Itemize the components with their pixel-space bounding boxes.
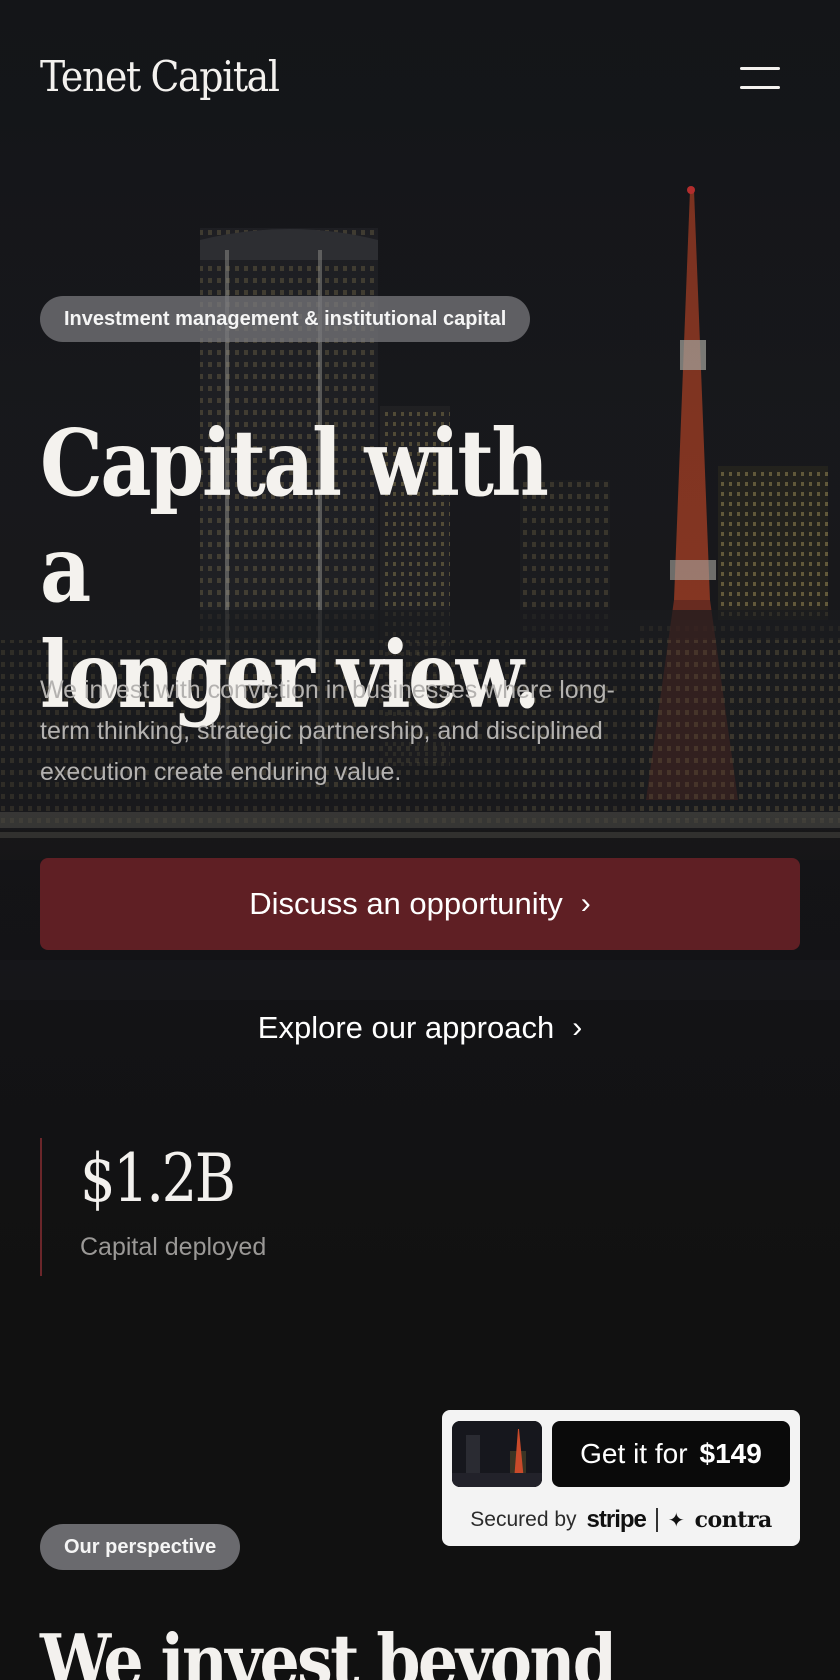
contra-logo: contra <box>694 1507 773 1533</box>
perspective-badge: Our perspective <box>40 1524 241 1570</box>
hamburger-menu-icon[interactable] <box>740 64 780 92</box>
stat-label: Capital deployed <box>80 1233 267 1261</box>
template-thumbnail[interactable] <box>452 1421 542 1487</box>
stripe-logo: stripe <box>586 1506 647 1533</box>
explore-approach-link[interactable]: Explore our approach › <box>40 1000 800 1056</box>
price-label: $149 <box>699 1438 762 1469</box>
purchase-widget: Get it for $149 Secured by stripe ✦ cont… <box>442 1410 800 1546</box>
divider <box>655 1508 658 1532</box>
headline-line-1: Capital with a <box>40 409 549 623</box>
explore-approach-label: Explore our approach <box>257 1010 555 1045</box>
stat-capital-deployed: $1.2B Capital deployed <box>40 1138 266 1276</box>
hero-subcopy: We invest with conviction in businesses … <box>40 676 615 786</box>
get-it-label: Get it for <box>580 1438 688 1469</box>
get-it-button[interactable]: Get it for $149 <box>552 1421 790 1487</box>
contra-star-icon: ✦ <box>667 1509 685 1532</box>
brand-logo[interactable]: Tenet Capital <box>40 52 280 101</box>
secured-by-label: Secured by <box>470 1508 577 1531</box>
chevron-right-icon: › <box>580 887 591 920</box>
discuss-opportunity-label: Discuss an opportunity <box>249 886 563 921</box>
perspective-title: We invest beyond <box>40 1618 617 1680</box>
secured-by-row: Secured by stripe ✦ contra <box>442 1506 800 1534</box>
menu-line <box>740 86 780 89</box>
top-navigation: Tenet Capital <box>40 50 800 110</box>
menu-line <box>740 67 780 70</box>
discuss-opportunity-button[interactable]: Discuss an opportunity › <box>40 858 800 950</box>
hero-tagline-badge: Investment management & institutional ca… <box>40 296 531 342</box>
chevron-right-icon: › <box>572 1011 583 1044</box>
stat-value: $1.2B <box>80 1140 236 1217</box>
